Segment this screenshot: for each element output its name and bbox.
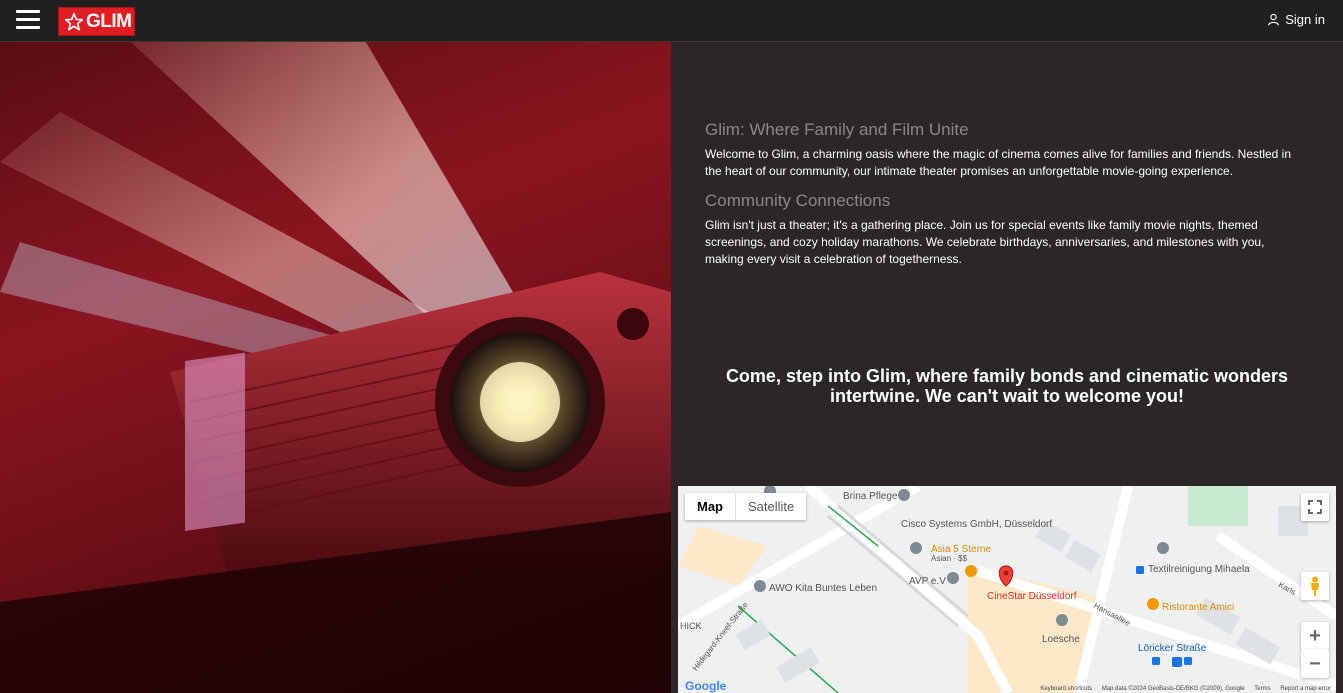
section-title: Community Connections <box>705 191 891 210</box>
place-label[interactable]: Brina Pflege <box>843 491 897 502</box>
area-label: HICK <box>680 621 702 631</box>
hero-projector-image <box>0 42 671 693</box>
keyboard-shortcuts-link[interactable]: Keyboard shortcuts <box>1040 686 1092 692</box>
top-navigation-bar: GLIM Sign in <box>0 0 1343 42</box>
hamburger-icon[interactable] <box>16 10 40 30</box>
logo-text: GLIM <box>86 10 132 32</box>
section-title: Glim: Where Family and Film Unite <box>705 120 969 139</box>
map-type-map-button[interactable]: Map <box>685 493 736 520</box>
place-label[interactable]: AVP e.V <box>909 576 946 587</box>
place-label[interactable]: Textilreinigung Mihaela <box>1148 564 1250 575</box>
minus-icon: − <box>1309 652 1321 675</box>
map-type-control: Map Satellite <box>685 493 807 520</box>
google-logo: Google <box>685 679 727 693</box>
zoom-out-button[interactable]: − <box>1301 650 1329 678</box>
place-sublabel: Asian · $$ <box>931 554 968 563</box>
community-section: Community Connections Glim isn't just a … <box>705 191 1305 268</box>
transit-label[interactable]: Löricker Straße <box>1138 643 1206 654</box>
embedded-map[interactable]: Brina Pflege Cisco Systems GmbH, Düsseld… <box>678 486 1336 693</box>
about-content: Glim: Where Family and Film Unite Welcom… <box>671 42 1343 486</box>
place-label[interactable]: Loesche <box>1042 634 1080 645</box>
section-text: Glim isn't just a theater; it's a gather… <box>705 218 1265 266</box>
about-section: Glim: Where Family and Film Unite Welcom… <box>705 120 1305 180</box>
place-label[interactable]: Ristorante Amici <box>1162 602 1234 613</box>
sign-in-label: Sign in <box>1285 12 1325 27</box>
place-label-cinestar[interactable]: CineStar Düsseldorf <box>987 591 1076 602</box>
plus-icon: + <box>1309 624 1321 647</box>
map-footer: Keyboard shortcuts Map data ©2024 GeoBas… <box>1032 686 1331 692</box>
place-label[interactable]: Cisco Systems GmbH, Düsseldorf <box>901 519 1052 530</box>
map-type-satellite-button[interactable]: Satellite <box>736 493 806 520</box>
projector-illustration <box>0 42 671 693</box>
fullscreen-icon[interactable] <box>1301 493 1329 521</box>
place-label[interactable]: AWO Kita Buntes Leben <box>769 583 877 594</box>
sign-in-link[interactable]: Sign in <box>1267 12 1325 27</box>
terms-link[interactable]: Terms <box>1254 686 1270 692</box>
closing-statement: Come, step into Glim, where family bonds… <box>725 366 1289 406</box>
user-icon <box>1268 13 1280 26</box>
map-data-attribution: Map data ©2024 GeoBasis-DE/BKG (©2009), … <box>1101 686 1245 692</box>
zoom-in-button[interactable]: + <box>1301 622 1329 650</box>
section-text: Welcome to Glim, a charming oasis where … <box>705 147 1292 178</box>
star-icon <box>64 12 84 30</box>
pegman-icon[interactable] <box>1301 572 1329 600</box>
glim-logo[interactable]: GLIM <box>58 7 135 36</box>
report-error-link[interactable]: Report a map error <box>1280 686 1331 692</box>
